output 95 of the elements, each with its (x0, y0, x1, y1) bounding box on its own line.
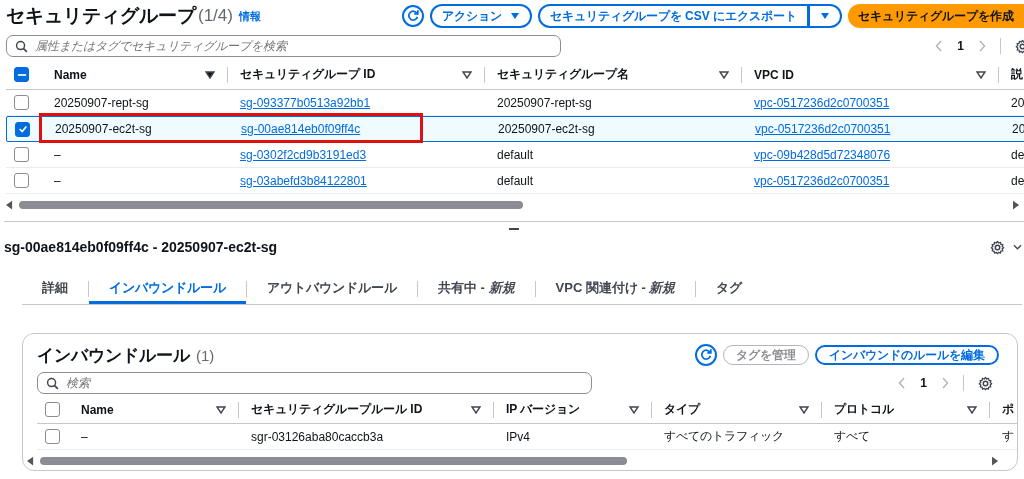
column-header[interactable]: プロトコル (834, 401, 967, 418)
refresh-icon (699, 348, 713, 362)
scrollbar-thumb[interactable] (40, 457, 627, 465)
table-row[interactable]: – sg-0302f2cd9b3191ed3 default vpc-09b428d5d72348076 de (6, 142, 1024, 168)
refresh-icon (405, 9, 420, 23)
refresh-button[interactable] (695, 344, 717, 366)
table-cell: 20 (1011, 95, 1024, 110)
scroll-right-icon[interactable] (992, 456, 999, 466)
column-header[interactable]: タイプ (664, 401, 799, 418)
sort-icon[interactable] (462, 70, 472, 79)
page-number[interactable]: 1 (920, 376, 927, 390)
scroll-left-icon[interactable] (6, 200, 13, 210)
page-title: セキュリティグループ (6, 4, 196, 28)
actions-dropdown[interactable]: アクション (429, 4, 532, 28)
chevron-icon[interactable] (1013, 243, 1022, 251)
create-button[interactable]: セキュリティグループを作成 (848, 4, 1024, 28)
table-cell: de (1011, 147, 1024, 162)
table-cell: 20250907-ec2t-sg (55, 122, 152, 136)
sort-icon[interactable] (719, 70, 729, 79)
sort-icon[interactable] (967, 405, 977, 414)
table-cell: 20250907-rept-sg (497, 95, 592, 110)
page-number[interactable]: 1 (957, 39, 964, 53)
table-cell: すべて (834, 428, 870, 445)
column-header[interactable]: ポ (1002, 401, 1017, 418)
tab[interactable]: タグ (696, 274, 763, 304)
column-header[interactable]: VPC ID (754, 67, 976, 82)
edit-rules-button[interactable]: インバウンドのルールを編集 (815, 345, 999, 365)
table-cell: – (54, 173, 61, 188)
table-cell: すべてのトラフィック (664, 428, 784, 445)
table-row[interactable]: – sg-03abefd3b84122801 default vpc-0517236d2c0700351 de (6, 168, 1024, 194)
table-cell: 20250907-ec2t-sg (498, 122, 595, 136)
checkbox[interactable] (14, 95, 29, 110)
scroll-left-icon[interactable] (27, 456, 34, 466)
column-header[interactable]: IP バージョン (506, 401, 629, 418)
search-field[interactable]: 属性またはタグでセキュリティグループを検索 (6, 35, 561, 57)
tab[interactable]: インバウンドルール (89, 274, 246, 304)
panel-title: インバウンドルール (37, 344, 190, 367)
scroll-right-icon[interactable] (1013, 200, 1020, 210)
table-link[interactable]: sg-03abefd3b84122801 (240, 173, 367, 188)
minus-icon (16, 72, 27, 77)
column-header[interactable]: 説 (1011, 66, 1024, 83)
rule-count: (1) (196, 346, 215, 364)
table-cell: sgr-03126aba80caccb3a (251, 429, 384, 444)
caret-icon (820, 12, 830, 20)
checkbox[interactable] (45, 402, 60, 417)
column-header[interactable]: Name (54, 67, 205, 82)
table-link[interactable]: vpc-0517236d2c0700351 (754, 95, 890, 110)
checkbox[interactable] (14, 173, 29, 188)
checkbox[interactable] (14, 67, 29, 82)
table-cell: de (1011, 173, 1024, 188)
table-cell: default (497, 173, 534, 188)
selection-count: (1/4) (198, 6, 233, 26)
sorted-icon[interactable] (205, 70, 215, 79)
table-cell: 20 (1012, 122, 1024, 136)
sort-icon[interactable] (629, 405, 639, 414)
table-link[interactable]: sg-093377b0513a92bb1 (240, 95, 371, 110)
column-header[interactable]: セキュリティグループ名 (497, 66, 719, 83)
table-cell: – (81, 429, 88, 444)
search-field[interactable]: 検索 (37, 372, 592, 394)
info-link[interactable]: 情報 (238, 8, 261, 24)
table-cell: す (1002, 428, 1014, 445)
table-link[interactable]: sg-0302f2cd9b3191ed3 (240, 147, 367, 162)
export-dropdown-button[interactable] (809, 4, 842, 28)
column-header[interactable]: Name (81, 402, 216, 417)
column-header[interactable]: セキュリティグループルール ID (251, 401, 471, 418)
table-row[interactable]: 20250907-ec2t-sg sg-00ae814eb0f09ff4c 20250907-ec2t-sg vpc-0517236d2c0700351 20 (6, 116, 1024, 142)
caret-icon (509, 12, 520, 20)
checkbox[interactable] (14, 147, 29, 162)
table-cell: – (54, 147, 61, 162)
table-cell: default (497, 147, 534, 162)
table-cell: IPv4 (506, 429, 530, 444)
sort-icon[interactable] (976, 70, 986, 79)
table-link[interactable]: vpc-0517236d2c0700351 (755, 122, 891, 136)
checkbox[interactable] (15, 121, 30, 137)
scrollbar-thumb[interactable] (19, 201, 523, 209)
table-link[interactable]: vpc-09b428d5d72348076 (754, 147, 891, 162)
table-link[interactable]: vpc-0517236d2c0700351 (754, 173, 890, 188)
tab[interactable]: アウトバウンドルール (247, 274, 417, 304)
sort-icon[interactable] (216, 405, 226, 414)
table-cell: 20250907-rept-sg (54, 95, 149, 110)
sort-icon[interactable] (471, 405, 481, 414)
checkbox[interactable] (45, 429, 60, 444)
table-link[interactable]: sg-00ae814eb0f09ff4c (241, 122, 361, 136)
settings-icon[interactable] (978, 375, 993, 391)
export-button[interactable]: セキュリティグループを CSV にエクスポート (537, 4, 809, 28)
resize-handle[interactable] (509, 228, 519, 230)
sort-icon[interactable] (799, 405, 809, 414)
refresh-button[interactable] (401, 5, 424, 27)
tab[interactable]: 詳細 (22, 274, 88, 304)
tab[interactable]: 共有中 - 新規 (418, 274, 535, 304)
detail-title: sg-00ae814eb0f09ff4c - 20250907-ec2t-sg (4, 239, 278, 255)
column-header[interactable]: セキュリティグループ ID (240, 66, 462, 83)
settings-icon[interactable] (990, 239, 1005, 255)
check-icon (17, 124, 28, 134)
tab[interactable]: VPC 関連付け - 新規 (535, 274, 696, 304)
